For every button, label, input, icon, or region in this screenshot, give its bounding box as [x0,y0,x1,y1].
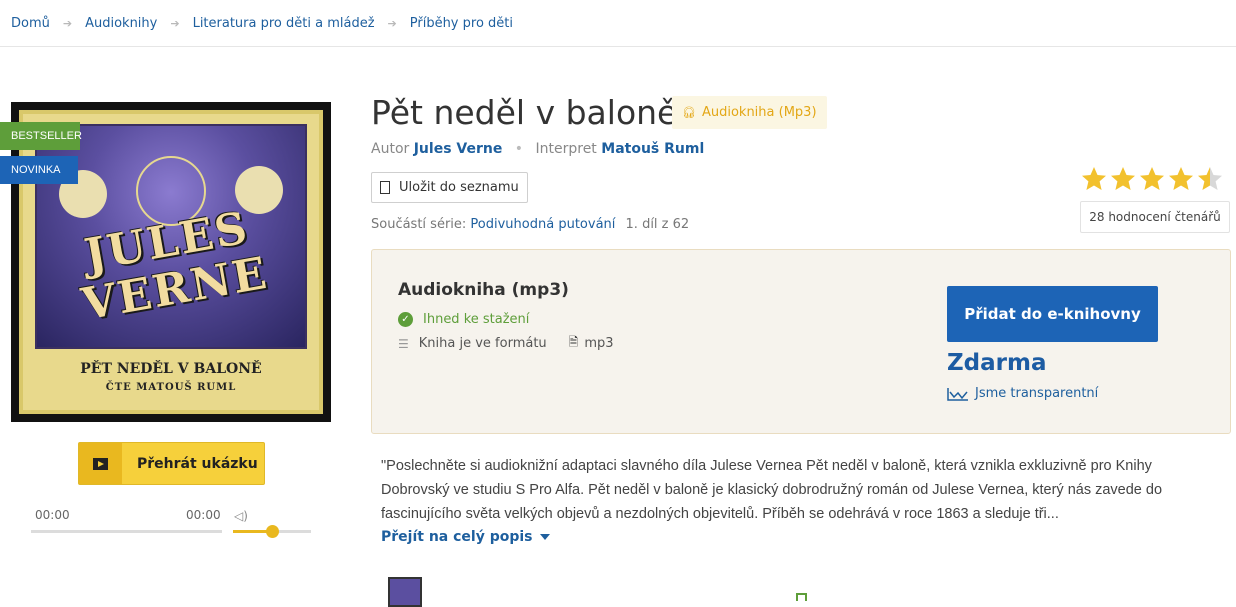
play-sample-button[interactable]: Přehrát ukázku [78,442,265,485]
format-tag-label: Audiokniha (Mp3) [701,105,817,120]
breadcrumb-separator-icon: ➔ [170,16,180,30]
book-cover[interactable]: JULES VERNE PĚT NEDĚL V BALONĚ ČTE MATOU… [11,102,331,422]
series-link[interactable]: Podivuhodná putování [470,217,615,232]
buy-format-title: Audiokniha (mp3) [398,280,569,300]
thumbnail-image[interactable] [388,577,422,607]
save-to-list-label: Uložit do seznamu [399,180,519,195]
breadcrumb-item-children-stories[interactable]: Příběhy pro děti [410,16,513,31]
star-icon [1196,165,1225,193]
description-text: "Poslechněte si audioknižní adaptaci sla… [381,458,1163,522]
progress-bar[interactable] [31,530,222,533]
cover-art-subtitle: PĚT NEDĚL V BALONĚ [80,361,262,377]
rating-stars[interactable] [1080,165,1225,193]
format-tag: 🎧︎ Audiokniha (Mp3) [672,96,827,129]
breadcrumb-item-home[interactable]: Domů [11,16,50,31]
page-title: Pět neděl v baloně [371,93,678,132]
cover-art-title: JULES VERNE [78,202,273,331]
bookmark-icon [380,181,390,194]
file-icon: 🗎︎ [568,335,579,349]
price: Zdarma [947,350,1047,376]
play-icon [79,443,122,484]
author-label: Autor [371,141,410,157]
separator-dot: • [514,141,524,157]
format-label: Kniha je ve formátu [418,336,547,351]
star-icon [1167,165,1196,193]
breadcrumb-separator-icon: ➔ [62,16,73,30]
interpret-link[interactable]: Matouš Ruml [601,141,704,157]
series-label: Součástí série: [371,217,467,232]
breadcrumb: Domů ➔ Audioknihy ➔ Literatura pro děti … [0,0,1236,47]
volume-icon[interactable]: ◁) [234,509,248,523]
star-icon [1109,165,1138,193]
availability: ✓ Ihned ke stažení [398,312,529,327]
play-sample-label: Přehrát ukázku [137,455,258,472]
new-badge: NOVINKA [0,156,78,184]
show-full-description-link[interactable]: Přejít na celý popis [381,529,550,545]
purchase-box: Audiokniha (mp3) ✓ Ihned ke stažení ☰ Kn… [371,249,1231,434]
author-link[interactable]: Jules Verne [414,141,503,157]
current-time: 00:00 [35,508,70,522]
author-line: Autor Jules Verne • Interpret Matouš Rum… [371,141,704,157]
interpret-label: Interpret [535,141,597,157]
list-icon: ☰ [398,336,409,351]
volume-knob[interactable] [266,525,279,538]
duration-time: 00:00 [186,508,221,522]
transparency-label: Jsme transparentní [975,386,1099,401]
add-to-library-button[interactable]: Přidat do e-knihovny [947,286,1158,342]
cover-art-reader: ČTE MATOUŠ RUML [105,382,237,393]
transparency-link[interactable]: Jsme transparentní [947,386,1098,401]
chevron-down-icon [539,534,550,540]
star-icon [1138,165,1167,193]
series-info: Součástí série: Podivuhodná putování 1. … [371,217,689,232]
show-full-description-label: Přejít na celý popis [381,529,533,545]
breadcrumb-item-audiobooks[interactable]: Audioknihy [85,16,157,31]
bestseller-badge: BESTSELLER [0,122,82,150]
series-part: 1. díl z 62 [625,217,690,232]
breadcrumb-item-children-literature[interactable]: Literatura pro děti a mládež [193,16,375,31]
star-icon [1080,165,1109,193]
save-to-list-button[interactable]: Uložit do seznamu [371,172,528,203]
ratings-count-button[interactable]: 28 hodnocení čtenářů [1080,201,1230,233]
headphones-icon: 🎧︎ [682,106,696,119]
breadcrumb-separator-icon: ➔ [387,16,397,30]
format-value: mp3 [584,336,614,351]
availability-label: Ihned ke stažení [423,312,530,327]
chart-line-icon [947,387,968,401]
check-circle-icon: ✓ [398,312,413,327]
volume-slider[interactable] [233,525,311,538]
green-marker-icon [796,593,807,601]
format-row: ☰ Kniha je ve formátu 🗎︎ mp3 [398,333,614,354]
